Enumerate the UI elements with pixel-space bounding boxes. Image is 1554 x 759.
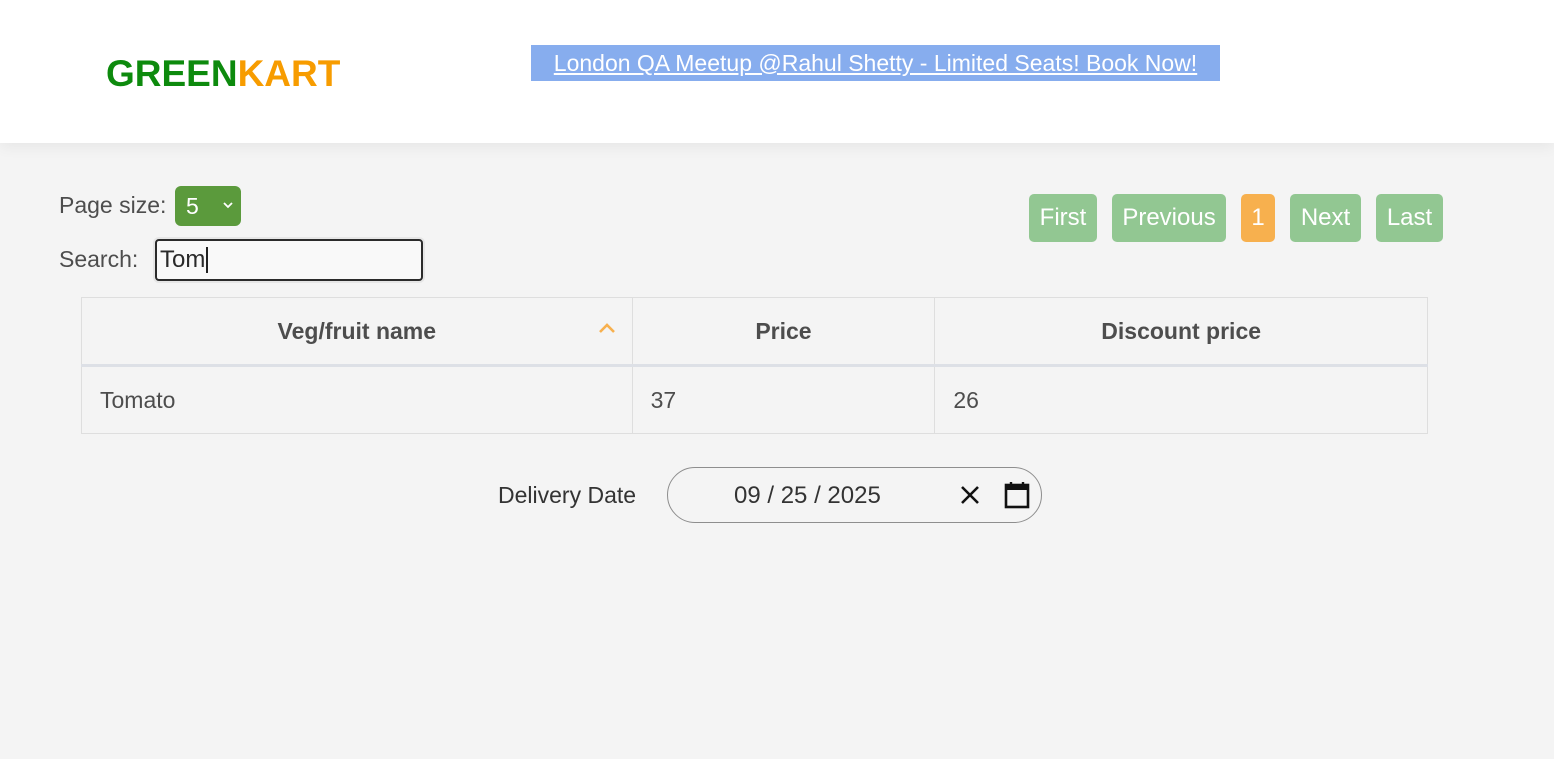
sort-ascending-icon: [598, 323, 615, 333]
delivery-date-input[interactable]: 09 / 25 / 2025: [667, 467, 1042, 523]
column-header-name[interactable]: Veg/fruit name: [81, 297, 633, 367]
cell-price: 37: [631, 365, 936, 434]
pager-last-button[interactable]: Last: [1376, 194, 1443, 242]
column-header-discount[interactable]: Discount price: [934, 297, 1428, 367]
search-input[interactable]: Tom: [155, 239, 423, 281]
text-caret: [206, 247, 209, 273]
site-header: GREENKART London QA Meetup @Rahul Shetty…: [0, 0, 1554, 143]
pager-next-button[interactable]: Next: [1290, 194, 1361, 242]
search-input-value: Tom: [160, 246, 206, 273]
brand-logo: GREENKART: [106, 52, 340, 96]
page-size-value: 5: [186, 192, 199, 219]
pager-page-button[interactable]: 1: [1241, 194, 1275, 242]
brand-logo-kart: KART: [237, 53, 341, 94]
cell-discount-price: 26: [934, 365, 1428, 434]
calendar-icon[interactable]: [1004, 481, 1030, 509]
pager-previous-button[interactable]: Previous: [1112, 194, 1226, 242]
products-table: Veg/fruit name Price Discount price Toma…: [81, 297, 1428, 434]
search-label: Search:: [59, 246, 139, 272]
column-header-discount-label: Discount price: [1101, 317, 1262, 344]
table-row: Tomato 37 26: [81, 365, 1428, 434]
delivery-date-value: 09 / 25 / 2025: [734, 482, 881, 509]
delivery-date-label: Delivery Date: [498, 482, 637, 508]
promo-banner: London QA Meetup @Rahul Shetty - Limited…: [531, 45, 1220, 81]
pager-first-button[interactable]: First: [1029, 194, 1097, 242]
column-header-price[interactable]: Price: [631, 297, 936, 367]
promo-link[interactable]: London QA Meetup @Rahul Shetty - Limited…: [554, 50, 1197, 77]
brand-logo-green: GREEN: [106, 53, 238, 94]
column-header-price-label: Price: [755, 317, 812, 344]
column-header-name-label: Veg/fruit name: [277, 317, 437, 344]
page-size-select[interactable]: 5: [175, 186, 241, 226]
chevron-down-icon: [223, 202, 233, 209]
clear-icon[interactable]: [959, 484, 981, 506]
table-header-row: Veg/fruit name Price Discount price: [81, 297, 1428, 367]
page-size-label: Page size:: [59, 192, 167, 218]
cell-name: Tomato: [81, 365, 633, 434]
